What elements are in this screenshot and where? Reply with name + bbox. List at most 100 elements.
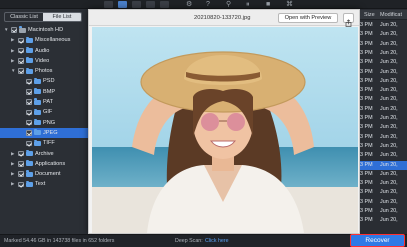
table-row[interactable]: 3 PM Jun 20,	[360, 207, 407, 216]
row-time: 3 PM	[360, 77, 373, 84]
share-button[interactable]	[343, 13, 354, 27]
deep-scan-link[interactable]: Click here	[205, 235, 229, 247]
item-checkbox[interactable]	[18, 171, 24, 177]
item-checkbox[interactable]	[18, 58, 24, 64]
table-row[interactable]: 3 PM Jun 20,	[360, 160, 407, 170]
sidebar-item-bmp[interactable]: BMP	[0, 87, 88, 97]
table-row[interactable]: 3 PM Jun 20,	[360, 95, 407, 104]
help-icon[interactable]: ?	[206, 0, 210, 9]
sidebar-item-video[interactable]: ▶ Video	[0, 56, 88, 66]
sidebar-item-psd[interactable]: PSD	[0, 76, 88, 86]
row-date: Jun 20,	[380, 22, 398, 28]
sidebar-item-text[interactable]: ▶ Text	[0, 179, 88, 189]
sidebar-item-applications[interactable]: ▶ Applications	[0, 159, 88, 169]
table-row[interactable]: 3 PM Jun 20,	[360, 188, 407, 197]
sidebar-item-label: TIFF	[43, 140, 55, 147]
sidebar: Classic List File List ▼ Macintosh HD ▶ Mis…	[0, 9, 88, 234]
table-row[interactable]: 3 PM Jun 20,	[360, 77, 407, 86]
tab-file-list[interactable]: File List	[43, 13, 81, 21]
gear-icon[interactable]: ⚙	[186, 0, 192, 9]
table-row[interactable]: 3 PM Jun 20,	[360, 142, 407, 151]
sidebar-item-png[interactable]: PNG	[0, 118, 88, 128]
item-checkbox[interactable]	[26, 109, 32, 116]
preview-header: 20210820-133720.jpg Open with Preview	[89, 10, 359, 27]
column-size[interactable]: Size	[364, 10, 375, 20]
collapse-arrow-icon[interactable]: ▶	[11, 149, 14, 159]
item-checkbox[interactable]	[18, 161, 24, 167]
stop-icon[interactable]: ■	[266, 0, 270, 9]
item-checkbox[interactable]	[26, 99, 32, 105]
table-row[interactable]: 3 PM Jun 20,	[360, 30, 407, 39]
item-checkbox[interactable]	[11, 27, 17, 33]
table-row[interactable]: 3 PM Jun 20,	[360, 40, 407, 49]
folder-icon	[26, 160, 33, 167]
expand-arrow-icon[interactable]: ▼	[11, 66, 15, 76]
table-row[interactable]: 3 PM Jun 20,	[360, 21, 407, 30]
search-icon[interactable]: ⚲	[226, 0, 231, 9]
table-row[interactable]: 3 PM Jun 20,	[360, 216, 407, 225]
share-icon	[345, 19, 352, 27]
item-checkbox[interactable]	[26, 130, 32, 136]
item-checkbox[interactable]	[18, 150, 24, 157]
row-date: Jun 20,	[380, 133, 398, 140]
sort-icon[interactable]	[160, 1, 169, 8]
item-checkbox[interactable]	[18, 37, 24, 44]
collapse-arrow-icon[interactable]: ▶	[11, 169, 14, 179]
item-checkbox[interactable]	[26, 119, 32, 126]
item-checkbox[interactable]	[26, 78, 32, 85]
sidebar-item-photos[interactable]: ▼ Photos	[0, 66, 88, 76]
filter-icon[interactable]	[146, 1, 155, 8]
preview-photo	[92, 27, 358, 233]
pause-icon[interactable]: ⏸	[246, 0, 250, 9]
table-row[interactable]: 3 PM Jun 20,	[360, 133, 407, 142]
table-row[interactable]: 3 PM Jun 20,	[360, 179, 407, 188]
tab-classic-list[interactable]: Classic List	[5, 13, 43, 21]
list-view-icon[interactable]	[104, 1, 113, 8]
sidebar-item-document[interactable]: ▶ Document	[0, 169, 88, 179]
row-time: 3 PM	[360, 170, 373, 177]
sidebar-item-miscellaneous[interactable]: ▶ Miscellaneous	[0, 35, 88, 45]
table-row[interactable]: 3 PM Jun 20,	[360, 198, 407, 207]
table-row[interactable]: 3 PM Jun 20,	[360, 114, 407, 123]
table-row[interactable]: 3 PM Jun 20,	[360, 86, 407, 95]
table-row[interactable]: 3 PM Jun 20,	[360, 123, 407, 132]
sidebar-item-pat[interactable]: PAT	[0, 97, 88, 107]
sidebar-item-audio[interactable]: ▶ Audio	[0, 46, 88, 56]
recover-button[interactable]: Recover	[350, 234, 405, 247]
table-row[interactable]: 3 PM Jun 20,	[360, 151, 407, 160]
item-checkbox[interactable]	[26, 89, 32, 95]
grid-view-icon[interactable]	[118, 1, 127, 8]
row-date: Jun 20,	[380, 59, 398, 66]
table-row[interactable]: 3 PM Jun 20,	[360, 68, 407, 77]
sidebar-item-gif[interactable]: GIF	[0, 107, 88, 117]
sidebar-item-macintosh-hd[interactable]: ▼ Macintosh HD	[0, 25, 88, 35]
collapse-arrow-icon[interactable]: ▶	[11, 159, 14, 169]
sidebar-item-tiff[interactable]: TIFF	[0, 138, 88, 148]
row-time: 3 PM	[360, 180, 373, 187]
item-checkbox[interactable]	[18, 68, 24, 74]
sidebar-item-jpeg[interactable]: JPEG	[0, 127, 88, 139]
collapse-arrow-icon[interactable]: ▶	[11, 35, 14, 45]
item-checkbox[interactable]	[18, 181, 24, 188]
row-time: 3 PM	[360, 68, 373, 75]
table-row[interactable]: 3 PM Jun 20,	[360, 49, 407, 58]
collapse-arrow-icon[interactable]: ▶	[11, 46, 14, 56]
item-checkbox[interactable]	[18, 47, 24, 54]
table-row[interactable]: 3 PM Jun 20,	[360, 170, 407, 179]
sidebar-item-label: Document	[35, 171, 61, 178]
row-time: 3 PM	[360, 152, 373, 159]
collapse-arrow-icon[interactable]: ▶	[11, 179, 14, 189]
column-view-icon[interactable]	[132, 1, 141, 8]
open-with-preview-button[interactable]: Open with Preview	[278, 13, 338, 23]
sidebar-item-label: BMP	[43, 88, 56, 95]
collapse-arrow-icon[interactable]: ▶	[11, 56, 14, 66]
column-modified[interactable]: Modificat	[380, 10, 402, 20]
row-date: Jun 20,	[380, 87, 398, 94]
tag-icon[interactable]: ⌘	[286, 0, 293, 9]
table-row[interactable]: 3 PM Jun 20,	[360, 58, 407, 67]
sidebar-item-label: Audio	[35, 47, 50, 54]
item-checkbox[interactable]	[26, 140, 32, 147]
table-row[interactable]: 3 PM Jun 20,	[360, 105, 407, 114]
expand-arrow-icon[interactable]: ▼	[4, 25, 8, 35]
sidebar-item-archive[interactable]: ▶ Archive	[0, 149, 88, 159]
